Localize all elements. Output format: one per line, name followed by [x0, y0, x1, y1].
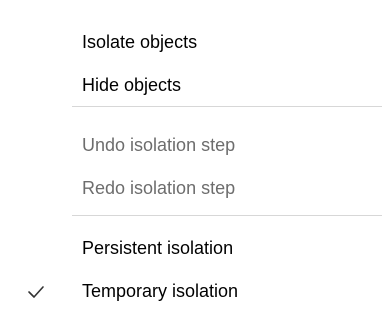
- menu-item-label: Redo isolation step: [82, 178, 236, 198]
- menu-item-isolate-objects[interactable]: Isolate objects: [0, 20, 382, 64]
- menu-item-label: Temporary isolation: [82, 281, 239, 301]
- checkmark-icon: [28, 286, 44, 298]
- menu-separator: [72, 106, 382, 107]
- menu-item-redo-isolation-step: Redo isolation step: [0, 166, 382, 210]
- menu-item-undo-isolation-step: Undo isolation step: [0, 123, 382, 167]
- menu-item-persistent-isolation[interactable]: Persistent isolation: [0, 226, 382, 270]
- menu-separator: [72, 215, 382, 216]
- menu-item-temporary-isolation[interactable]: Temporary isolation: [0, 269, 382, 311]
- menu-item-label: Undo isolation step: [82, 135, 236, 155]
- menu-item-label: Persistent isolation: [82, 238, 234, 258]
- menu-item-hide-objects[interactable]: Hide objects: [0, 63, 382, 107]
- menu-item-label: Hide objects: [82, 75, 182, 95]
- context-menu: Isolate objects Hide objects Undo isolat…: [0, 0, 382, 311]
- menu-item-label: Isolate objects: [82, 32, 198, 52]
